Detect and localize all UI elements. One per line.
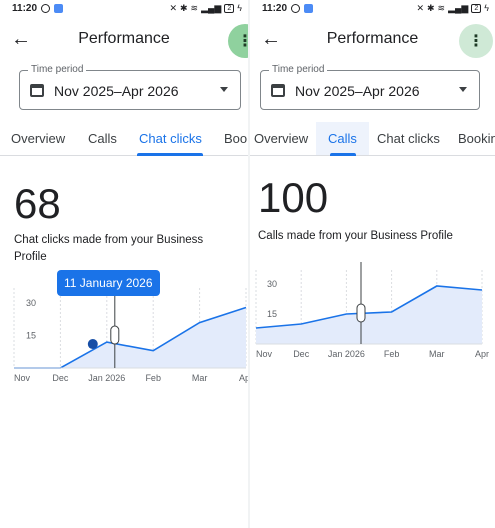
signal-icon: ▂▄▆: [448, 2, 469, 13]
metric-value: 68: [14, 180, 61, 227]
x-tick-label: Mar: [192, 373, 208, 383]
wifi-icon: ≋: [437, 2, 446, 13]
x-tick-label: Jan 2026: [88, 373, 125, 383]
tab-bookings[interactable]: Bookin: [458, 122, 495, 155]
x-tick-label: Nov: [14, 373, 31, 383]
notification-icon: [54, 3, 64, 13]
time-period-value: Nov 2025–Apr 2026: [54, 83, 179, 99]
chat-clicks-chart[interactable]: 15 30 Nov Dec Jan 2026 Feb Mar Apr: [0, 280, 248, 390]
status-time: 11:20: [12, 2, 38, 14]
y-tick-label: 30: [26, 298, 36, 308]
dropdown-arrow-icon: [220, 87, 228, 92]
series-area: [256, 286, 482, 344]
y-tick-label: 15: [26, 331, 36, 341]
more-vert-icon[interactable]: ⋮: [228, 24, 248, 58]
whatsapp-icon: [291, 3, 301, 13]
bluetooth-icon: ✱: [180, 2, 188, 13]
x-tick-label: Feb: [384, 349, 400, 359]
calendar-icon: [30, 84, 44, 97]
time-period-select[interactable]: Time period Nov 2025–Apr 2026: [260, 64, 480, 110]
x-tick-label: Jan 2026: [328, 349, 365, 359]
tab-bar: Overview Calls Chat clicks Bookin: [250, 122, 495, 156]
status-icons: ✕ ✱ ≋ ▂▄▆ 2 ϟ: [416, 3, 489, 14]
bluetooth-icon: ✱: [427, 2, 435, 13]
status-bar: 11:20 ✕ ✱ ≋ ▂▄▆ 2 ϟ: [250, 0, 495, 16]
tab-calls[interactable]: Calls: [88, 122, 117, 155]
active-tab-indicator: [330, 153, 356, 156]
x-tick-label: Dec: [293, 349, 310, 359]
charging-icon: ϟ: [484, 3, 489, 13]
app-bar: ← Performance ⋮: [0, 20, 248, 58]
tab-chat-clicks[interactable]: Chat clicks: [139, 122, 202, 155]
x-tick-label: Mar: [429, 349, 445, 359]
x-tick-label: Nov: [256, 349, 273, 359]
time-period-label: Time period: [28, 64, 87, 75]
tab-overview[interactable]: Overview: [254, 122, 308, 155]
tab-chat-clicks[interactable]: Chat clicks: [377, 122, 440, 155]
tab-bookings[interactable]: Bool: [224, 122, 248, 155]
time-period-value: Nov 2025–Apr 2026: [295, 83, 420, 99]
mute-icon: ✕: [169, 2, 177, 13]
x-tick-label: Apr: [239, 373, 248, 383]
y-tick-label: 15: [267, 309, 277, 319]
time-period-select[interactable]: Time period Nov 2025–Apr 2026: [19, 64, 241, 110]
app-bar: ← Performance ⋮: [250, 20, 495, 58]
time-period-label: Time period: [269, 64, 328, 75]
tab-bar: Overview Calls Chat clicks Bool: [0, 122, 248, 156]
x-tick-label: Feb: [145, 373, 161, 383]
notification-icon: [304, 3, 314, 13]
battery-icon: 2: [471, 3, 482, 13]
whatsapp-icon: [41, 3, 51, 13]
scrubber-handle[interactable]: [356, 303, 366, 323]
battery-icon: 2: [224, 3, 235, 13]
chart-tooltip: 11 January 2026: [57, 270, 160, 296]
page-title: Performance: [78, 30, 170, 47]
tab-overview[interactable]: Overview: [11, 122, 65, 155]
scrubber-handle[interactable]: [110, 325, 120, 345]
right-screen: 11:20 ✕ ✱ ≋ ▂▄▆ 2 ϟ ← Performance ⋮ Time…: [250, 0, 495, 528]
metric-description: Calls made from your Business Profile: [258, 230, 453, 242]
calls-chart[interactable]: 15 30 Nov Dec Jan 2026 Feb Mar Apr: [250, 262, 495, 372]
y-tick-label: 30: [267, 279, 277, 289]
dropdown-arrow-icon: [459, 87, 467, 92]
charging-icon: ϟ: [237, 3, 242, 13]
signal-icon: ▂▄▆: [201, 2, 222, 13]
x-tick-label: Dec: [52, 373, 69, 383]
more-vert-icon[interactable]: ⋮: [459, 24, 493, 58]
tab-calls[interactable]: Calls: [316, 122, 369, 155]
x-tick-label: Apr: [475, 349, 489, 359]
status-time: 11:20: [262, 2, 288, 14]
status-icons: ✕ ✱ ≋ ▂▄▆ 2 ϟ: [169, 3, 242, 14]
selected-point-marker: [87, 339, 98, 350]
calendar-icon: [271, 84, 285, 97]
active-tab-indicator: [137, 153, 203, 156]
metric-value: 100: [258, 174, 329, 221]
status-bar: 11:20 ✕ ✱ ≋ ▂▄▆ 2 ϟ: [0, 0, 248, 16]
mute-icon: ✕: [416, 2, 424, 13]
series-area: [14, 307, 246, 368]
metric-description: Chat clicks made from your Business Prof…: [14, 234, 204, 263]
left-screen: 11:20 ✕ ✱ ≋ ▂▄▆ 2 ϟ ← Performance ⋮ Time…: [0, 0, 248, 528]
wifi-icon: ≋: [190, 2, 199, 13]
